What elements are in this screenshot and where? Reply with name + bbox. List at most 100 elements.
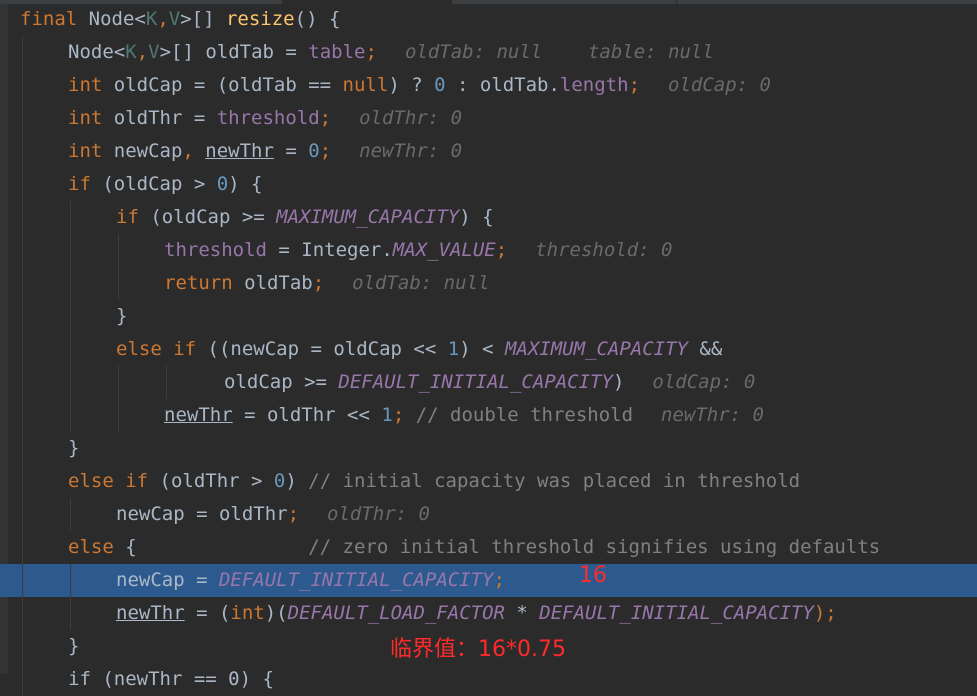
code-line[interactable]: return oldTab; oldTab: null bbox=[0, 267, 977, 300]
code-token: if bbox=[116, 206, 151, 228]
code-line[interactable]: int newCap, newThr = 0; newThr: 0 bbox=[0, 135, 977, 168]
code-line[interactable]: } bbox=[0, 432, 977, 465]
indent-guide bbox=[22, 663, 23, 696]
indent-guide bbox=[22, 432, 23, 465]
code-token: < bbox=[134, 8, 146, 30]
indent-guide bbox=[22, 333, 23, 366]
code-token: = bbox=[273, 140, 309, 162]
threshold-annotation: 临界值：16*0.75 bbox=[390, 637, 566, 662]
code-token: else bbox=[68, 536, 126, 558]
code-token: int bbox=[68, 107, 114, 129]
code-text: int oldThr = threshold; oldThr: 0 bbox=[68, 102, 462, 135]
code-token: , bbox=[157, 8, 169, 30]
code-token: K bbox=[125, 41, 137, 63]
code-token: newThr bbox=[116, 602, 185, 624]
code-token: DEFAULT_INITIAL_CAPACITY bbox=[338, 371, 613, 393]
code-token: int bbox=[230, 602, 265, 624]
indent-guide bbox=[70, 597, 71, 630]
code-text: newCap = oldThr; oldThr: 0 bbox=[116, 498, 430, 531]
inline-debug-value: newThr: 0 bbox=[661, 404, 764, 426]
code-token: threshold bbox=[164, 239, 267, 261]
code-token: } bbox=[68, 437, 80, 459]
indent-guide bbox=[22, 465, 23, 498]
code-text: } bbox=[68, 432, 79, 465]
code-token: { bbox=[125, 536, 309, 558]
code-line[interactable]: else if (oldThr > 0) // initial capacity… bbox=[0, 465, 977, 498]
code-token: ; bbox=[287, 503, 300, 525]
inline-debug-value: oldTab: null bbox=[352, 272, 490, 294]
code-line[interactable]: if (oldCap >= MAXIMUM_CAPACITY) { bbox=[0, 201, 977, 234]
indent-guide bbox=[118, 399, 119, 432]
code-editor[interactable]: final Node<K,V>[] resize() {Node<K,V>[] … bbox=[0, 0, 977, 696]
inline-debug-value: oldThr: 0 bbox=[359, 107, 463, 129]
indent-guide bbox=[70, 564, 71, 597]
indent-guide bbox=[70, 399, 71, 432]
code-token: ) < bbox=[459, 338, 505, 360]
code-line[interactable]: oldCap >= DEFAULT_INITIAL_CAPACITY) oldCa… bbox=[0, 366, 977, 399]
code-token: oldCap >= bbox=[224, 371, 339, 393]
code-token: < bbox=[113, 41, 126, 63]
code-token: table bbox=[308, 41, 366, 63]
code-token: int bbox=[68, 140, 114, 162]
indent-guide bbox=[22, 135, 23, 168]
code-token: oldCap = (oldTab == bbox=[113, 74, 343, 96]
indent-guide bbox=[118, 234, 119, 267]
code-token: ; bbox=[312, 272, 325, 294]
indent-guide bbox=[22, 498, 23, 531]
code-token: newCap = bbox=[116, 569, 219, 591]
code-text: if (oldCap > 0) { bbox=[68, 168, 263, 201]
inline-debug-value: oldCap: 0 bbox=[652, 371, 756, 393]
code-token: * bbox=[504, 602, 540, 624]
indent-guide bbox=[22, 36, 23, 69]
indent-guide bbox=[22, 102, 23, 135]
code-token: K bbox=[145, 8, 158, 30]
indent-guide bbox=[70, 267, 71, 300]
code-text: return oldTab; oldTab: null bbox=[164, 267, 489, 300]
code-token: // double threshold bbox=[415, 404, 634, 426]
code-token: ; bbox=[392, 404, 416, 426]
code-line-current[interactable]: newCap = DEFAULT_INITIAL_CAPACITY; bbox=[0, 564, 977, 597]
code-token: DEFAULT_INITIAL_CAPACITY bbox=[539, 602, 814, 624]
code-token: final bbox=[20, 8, 89, 30]
code-line[interactable]: Node<K,V>[] oldTab = table; oldTab: null … bbox=[0, 36, 977, 69]
code-line[interactable]: else { // zero initial threshold signifi… bbox=[0, 531, 977, 564]
code-text: oldCap >= DEFAULT_INITIAL_CAPACITY) oldCa… bbox=[224, 366, 755, 399]
code-token: >[] bbox=[180, 8, 226, 30]
code-token: newCap bbox=[113, 140, 183, 162]
code-token: oldTab bbox=[244, 272, 313, 294]
code-line[interactable]: newThr = (int)(DEFAULT_LOAD_FACTOR * DEF… bbox=[0, 597, 977, 630]
code-line[interactable]: if (oldCap > 0) { bbox=[0, 168, 977, 201]
code-line[interactable]: threshold = Integer.MAX_VALUE; threshold:… bbox=[0, 234, 977, 267]
code-token: , bbox=[182, 140, 206, 162]
code-token: null bbox=[342, 74, 389, 96]
code-token: ; bbox=[365, 41, 377, 63]
code-token: ); bbox=[813, 602, 837, 624]
inline-debug-value: oldCap: 0 bbox=[668, 74, 771, 96]
code-token: } bbox=[116, 305, 128, 327]
code-line[interactable]: int oldThr = threshold; oldThr: 0 bbox=[0, 102, 977, 135]
code-token: else if bbox=[68, 470, 160, 492]
code-token: 1 bbox=[447, 338, 460, 360]
indent-guide bbox=[70, 201, 71, 234]
code-line[interactable]: newCap = oldThr; oldThr: 0 bbox=[0, 498, 977, 531]
code-text: final Node<K,V>[] resize() { bbox=[20, 3, 340, 36]
code-token: ; bbox=[493, 569, 505, 591]
code-token: 1 bbox=[381, 404, 393, 426]
code-token: 0 bbox=[308, 140, 320, 162]
code-token: (oldCap > bbox=[102, 173, 217, 195]
indent-guide bbox=[22, 234, 23, 267]
code-text: newThr = (int)(DEFAULT_LOAD_FACTOR * DEF… bbox=[116, 597, 837, 630]
code-token: V bbox=[148, 41, 160, 63]
code-text: int newCap, newThr = 0; newThr: 0 bbox=[68, 135, 462, 168]
code-line[interactable]: else if ((newCap = oldCap << 1) < MAXIMU… bbox=[0, 333, 977, 366]
indent-guide bbox=[166, 366, 167, 399]
code-token: = oldThr << bbox=[232, 404, 382, 426]
code-line[interactable]: int oldCap = (oldTab == null) ? 0 : oldT… bbox=[0, 69, 977, 102]
inline-debug-value: oldTab: null table: null bbox=[404, 41, 714, 63]
indent-guide bbox=[118, 366, 119, 399]
code-line[interactable]: newThr = oldThr << 1; // double threshol… bbox=[0, 399, 977, 432]
code-line[interactable]: final Node<K,V>[] resize() { bbox=[0, 3, 977, 36]
code-token: int bbox=[68, 74, 114, 96]
code-line[interactable]: } bbox=[0, 300, 977, 333]
code-line[interactable]: if (newThr == 0) { bbox=[0, 663, 977, 696]
